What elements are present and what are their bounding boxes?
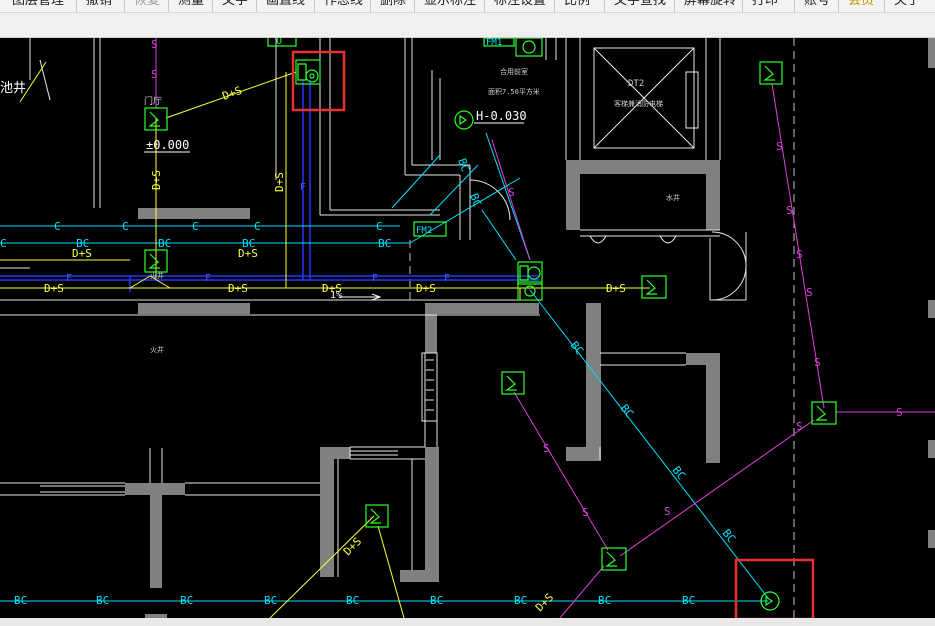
toolbar-item-14[interactable]: 账号: [804, 0, 830, 11]
toolbar-item-16[interactable]: 关于: [894, 0, 920, 11]
toolbar-item-6[interactable]: 作忽线: [324, 0, 363, 11]
toolbar-item-3[interactable]: 测量: [178, 0, 204, 11]
toolbar-separator: [314, 0, 315, 12]
label-elevator-room: 合用前室: [500, 67, 528, 76]
toolbar-item-11[interactable]: 文字查找: [614, 0, 666, 11]
toolbar-separator: [742, 0, 743, 12]
toolbar-item-2[interactable]: 恢复: [134, 0, 160, 11]
cad-drawing[interactable]: FFFF F CCCCC C BC BC BC BC BC BC BC BC BC BC BC BC…: [0, 33, 935, 621]
label-fire-well-3: 水井: [666, 193, 680, 202]
svg-text:S: S: [664, 505, 671, 518]
label-elevator-area: 面积7.50平方米: [488, 87, 540, 96]
svg-text:BC: BC: [180, 594, 193, 607]
toolbar-separator: [168, 0, 169, 12]
svg-text:D+S: D+S: [228, 282, 248, 295]
svg-text:S: S: [582, 506, 589, 519]
svg-text:D+S: D+S: [416, 282, 436, 295]
svg-text:O: O: [276, 38, 282, 47]
svg-text:S: S: [814, 356, 821, 369]
cad-drawing-canvas[interactable]: FFFF F CCCCC C BC BC BC BC BC BC BC BC BC BC BC BC…: [0, 33, 935, 621]
svg-text:D+S: D+S: [238, 247, 258, 260]
svg-text:D+S: D+S: [72, 247, 92, 260]
toolbar-item-10[interactable]: 比例: [564, 0, 590, 11]
toolbar-item-0[interactable]: 图层管理: [12, 0, 64, 11]
svg-text:D+S: D+S: [273, 172, 286, 192]
label-pipe-well: 池井: [0, 81, 26, 96]
svg-text:C: C: [0, 237, 7, 250]
elevation-vestibule: ±0.000: [146, 138, 189, 152]
toolbar-item-8[interactable]: 显示标注: [424, 0, 476, 11]
svg-text:BC: BC: [378, 237, 391, 250]
top-toolbar: 图层管理 撤销 恢复 测量 文字 画直线 作忽线 删除 显示标注 标注设置 比例 文字查找 屏幕旋转 打印…: [0, 0, 935, 13]
toolbar-item-15[interactable]: 会员: [848, 0, 874, 11]
svg-text:D+S: D+S: [44, 282, 64, 295]
svg-text:BC: BC: [158, 237, 171, 250]
toolbar-separator: [256, 0, 257, 12]
svg-text:C: C: [192, 220, 199, 233]
toolbar-item-1[interactable]: 撤销: [86, 0, 112, 11]
toolbar-separator: [212, 0, 213, 12]
svg-text:BC: BC: [430, 594, 443, 607]
svg-text:F: F: [444, 273, 450, 284]
svg-text:BC: BC: [96, 594, 109, 607]
toolbar-item-13[interactable]: 打印: [752, 0, 778, 11]
svg-text:F: F: [66, 273, 72, 284]
toolbar-item-5[interactable]: 画直线: [266, 0, 305, 11]
svg-text:C: C: [376, 220, 383, 233]
svg-text:BC: BC: [514, 594, 527, 607]
door-tag-fm2: FM2: [416, 226, 432, 236]
label-elevator-desc: 客梯兼消防电梯: [614, 99, 663, 108]
svg-text:C: C: [122, 220, 129, 233]
toolbar-separator: [884, 0, 885, 12]
svg-text:F: F: [372, 273, 378, 284]
svg-text:C: C: [254, 220, 261, 233]
elevation-floor-drain: H-0.030: [476, 109, 527, 123]
svg-text:S: S: [786, 204, 793, 217]
label-fire-well-2: 火井: [150, 345, 164, 354]
toolbar-item-4[interactable]: 文字: [222, 0, 248, 11]
toolbar-separator: [838, 0, 839, 12]
toolbar-separator: [370, 0, 371, 12]
toolbar-separator: [604, 0, 605, 12]
svg-text:F: F: [300, 182, 306, 193]
svg-text:BC: BC: [598, 594, 611, 607]
toolbar-separator: [76, 0, 77, 12]
svg-text:S: S: [796, 420, 803, 433]
svg-text:BC: BC: [346, 594, 359, 607]
toolbar-item-12[interactable]: 屏幕旋转: [684, 0, 736, 11]
svg-text:S: S: [508, 186, 515, 199]
toolbar-separator: [674, 0, 675, 12]
svg-text:S: S: [151, 68, 158, 81]
svg-text:D+S: D+S: [606, 282, 626, 295]
svg-text:BC: BC: [14, 594, 27, 607]
toolbar-item-7[interactable]: 删除: [380, 0, 406, 11]
svg-text:S: S: [796, 248, 803, 261]
label-fire-well-1: 火井: [150, 271, 164, 280]
svg-text:S: S: [543, 442, 550, 455]
toolbar-separator: [414, 0, 415, 12]
toolbar-separator: [794, 0, 795, 12]
toolbar-separator: [484, 0, 485, 12]
toolbar-separator: [554, 0, 555, 12]
door-tag-fm1: FM1: [486, 38, 502, 48]
label-elevator-id: DT2: [628, 79, 644, 89]
secondary-toolbar: [0, 13, 935, 38]
svg-text:S: S: [896, 406, 903, 419]
toolbar-item-9[interactable]: 标注设置: [494, 0, 546, 11]
svg-text:S: S: [151, 38, 158, 51]
toolbar-separator: [124, 0, 125, 12]
slope-label: 1%: [330, 290, 342, 301]
svg-text:BC: BC: [682, 594, 695, 607]
svg-text:BC: BC: [264, 594, 277, 607]
label-vestibule: 门厅: [144, 95, 162, 107]
svg-text:S: S: [776, 140, 783, 153]
svg-text:S: S: [806, 286, 813, 299]
svg-text:F: F: [205, 273, 211, 284]
bottom-status-strip: [0, 618, 935, 626]
svg-text:C: C: [54, 220, 61, 233]
svg-text:D+S: D+S: [150, 170, 163, 190]
